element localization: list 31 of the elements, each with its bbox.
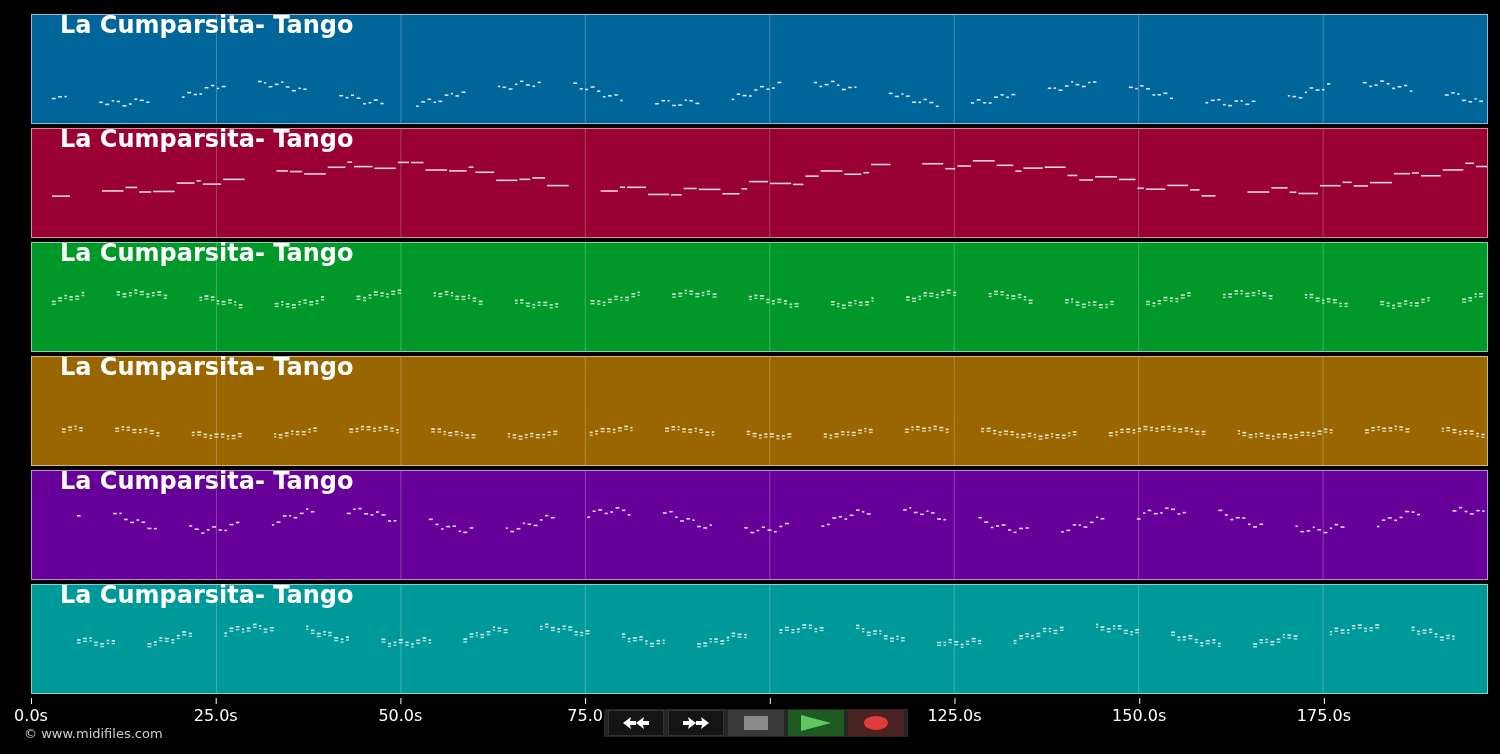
track-title: La Cumparsita- Tango (60, 581, 354, 609)
forward-button[interactable] (668, 710, 724, 736)
rewind-icon (622, 716, 650, 730)
time-label: 175.0s (1296, 706, 1351, 725)
tick-mark (769, 698, 771, 705)
track-title: La Cumparsita- Tango (60, 239, 354, 267)
time-label: 75.0 (567, 706, 603, 725)
time-label: 50.0s (378, 706, 423, 725)
fast-forward-icon (682, 716, 710, 730)
track-title: La Cumparsita- Tango (60, 353, 354, 381)
track-title: La Cumparsita- Tango (60, 11, 354, 39)
track-title: La Cumparsita- Tango (60, 467, 354, 495)
time-label: 0.0s (14, 706, 48, 725)
record-icon (864, 716, 888, 730)
tick-mark (215, 698, 217, 705)
rewind-button[interactable] (608, 710, 664, 736)
tick-mark (585, 698, 587, 705)
credit-text: © www.midifiles.com (24, 726, 163, 741)
tick-mark (400, 698, 402, 705)
time-label: 125.0s (927, 706, 982, 725)
track-title: La Cumparsita- Tango (60, 125, 354, 153)
play-icon (801, 715, 831, 731)
play-button[interactable] (788, 710, 844, 736)
tick-mark (1139, 698, 1141, 705)
record-button[interactable] (848, 710, 904, 736)
tick-mark (31, 698, 32, 705)
stop-icon (744, 716, 768, 730)
tick-mark (1323, 698, 1325, 705)
time-label: 25.0s (193, 706, 238, 725)
time-label: 150.0s (1112, 706, 1167, 725)
tick-mark (954, 698, 956, 705)
